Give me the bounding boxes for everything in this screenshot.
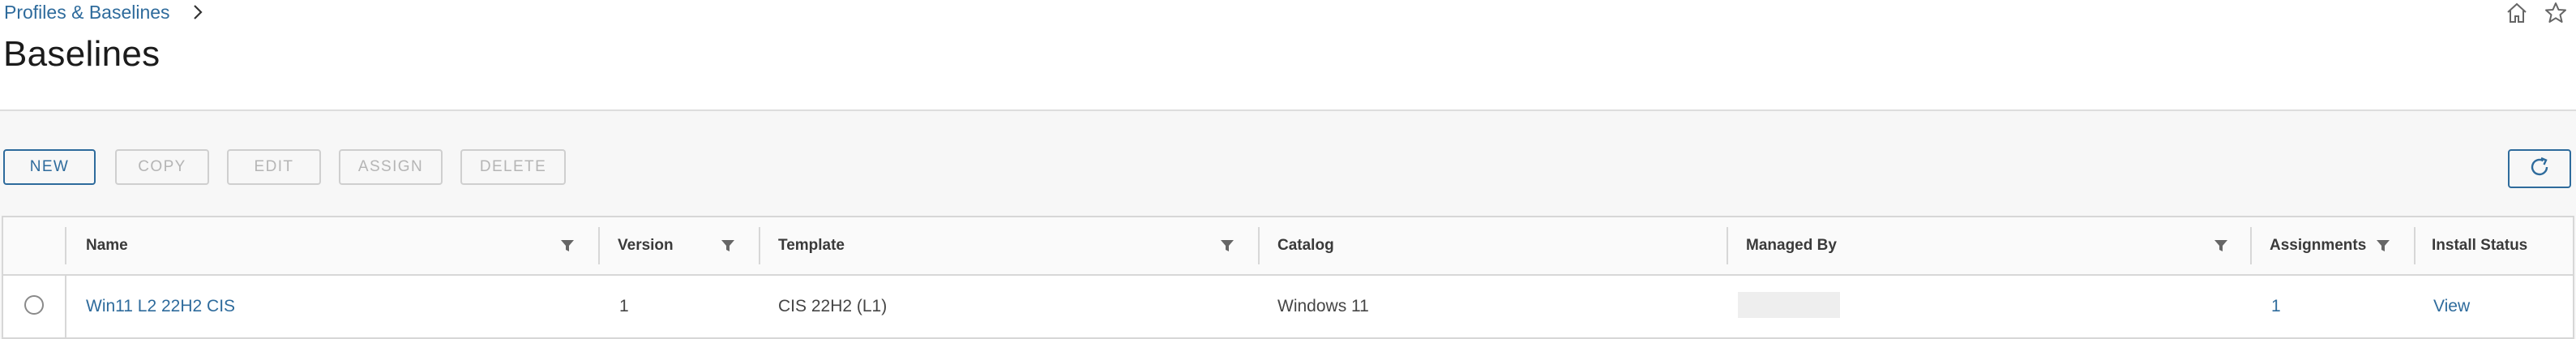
refresh-icon [2527, 155, 2552, 183]
column-header-template[interactable]: Template [778, 217, 845, 274]
filter-icon[interactable] [559, 237, 576, 255]
column-separator[interactable] [2250, 227, 2252, 264]
grid-header: Name Version Template Catalog Managed By [3, 217, 2573, 276]
column-separator [65, 227, 66, 264]
filter-icon[interactable] [1219, 237, 1235, 255]
column-header-managed-by[interactable]: Managed By [1746, 217, 1837, 274]
page-title: Baselines [3, 34, 160, 74]
column-header-version[interactable]: Version [618, 217, 674, 274]
refresh-button[interactable] [2508, 149, 2571, 188]
column-separator[interactable] [2414, 227, 2416, 264]
column-header-name[interactable]: Name [86, 217, 128, 274]
column-separator[interactable] [1727, 227, 1728, 264]
assignments-link[interactable]: 1 [2271, 276, 2281, 337]
filter-icon[interactable] [2213, 237, 2229, 255]
install-status-view-link[interactable]: View [2433, 276, 2470, 337]
column-header-assignments[interactable]: Assignments [2270, 217, 2366, 274]
catalog-cell: Windows 11 [1277, 297, 1369, 315]
baselines-grid: Name Version Template Catalog Managed By [2, 216, 2574, 339]
table-row[interactable]: Win11 L2 22H2 CIS 1 CIS 22H2 (L1) Window… [3, 276, 2573, 337]
assign-button[interactable]: ASSIGN [339, 149, 443, 185]
copy-button[interactable]: COPY [115, 149, 209, 185]
version-cell: 1 [619, 297, 629, 315]
column-separator[interactable] [759, 227, 760, 264]
column-header-install-status[interactable]: Install Status [2432, 217, 2527, 274]
delete-button[interactable]: DELETE [460, 149, 566, 185]
column-header-catalog[interactable]: Catalog [1277, 217, 1334, 274]
column-separator[interactable] [1258, 227, 1260, 264]
baseline-name-link[interactable]: Win11 L2 22H2 CIS [86, 276, 235, 337]
edit-button[interactable]: EDIT [227, 149, 321, 185]
filter-icon[interactable] [720, 237, 736, 255]
page-actions [2505, 2, 2568, 24]
breadcrumb-link-profiles-baselines[interactable]: Profiles & Baselines [4, 2, 170, 24]
home-icon[interactable] [2505, 2, 2529, 24]
column-separator [65, 276, 66, 337]
row-select-radio[interactable] [24, 295, 44, 315]
new-button[interactable]: NEW [3, 149, 96, 185]
baselines-content: NEW COPY EDIT ASSIGN DELETE Name Version… [0, 109, 2576, 339]
filter-icon[interactable] [2375, 237, 2391, 255]
chevron-right-icon [190, 2, 206, 22]
column-separator[interactable] [598, 227, 600, 264]
breadcrumb: Profiles & Baselines [4, 0, 206, 24]
star-icon[interactable] [2544, 2, 2568, 24]
managed-by-cell [1738, 292, 1840, 318]
template-cell: CIS 22H2 (L1) [778, 297, 888, 315]
